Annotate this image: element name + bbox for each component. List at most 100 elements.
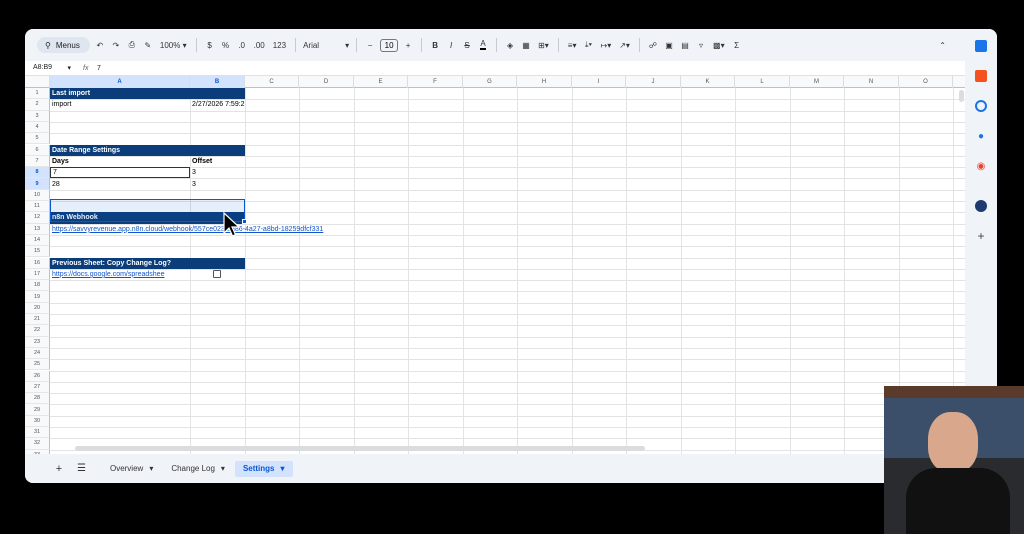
comment-icon[interactable]: ▣ xyxy=(663,37,675,53)
column-header-g[interactable]: G xyxy=(463,76,517,88)
link-icon[interactable]: ☍ xyxy=(647,37,659,53)
borders-icon[interactable]: ▦ xyxy=(520,37,532,53)
italic-button[interactable]: I xyxy=(445,37,457,53)
select-all-corner[interactable] xyxy=(25,76,50,88)
tab-settings[interactable]: Settings ▾ xyxy=(234,460,293,477)
column-header-d[interactable]: D xyxy=(299,76,354,88)
row-header-19[interactable]: 19 xyxy=(25,291,50,303)
font-size-increase-icon[interactable]: + xyxy=(402,37,414,53)
row-header-23[interactable]: 23 xyxy=(25,336,50,348)
text-rotation-icon[interactable]: ↗▾ xyxy=(617,37,632,53)
cell-b8[interactable]: 3 xyxy=(190,167,245,178)
row-header-12[interactable]: 12 xyxy=(25,212,50,224)
column-header-m[interactable]: M xyxy=(790,76,844,88)
row-header-22[interactable]: 22 xyxy=(25,325,50,337)
currency-button[interactable]: $ xyxy=(204,37,216,53)
font-size-decrease-icon[interactable]: − xyxy=(364,37,376,53)
row-header-2[interactable]: 2 xyxy=(25,99,50,111)
column-header-k[interactable]: K xyxy=(681,76,735,88)
tab-change-log[interactable]: Change Log ▾ xyxy=(163,461,233,477)
horizontal-align-icon[interactable]: ≡▾ xyxy=(566,37,579,53)
percent-button[interactable]: % xyxy=(220,37,232,53)
row-header-29[interactable]: 29 xyxy=(25,404,50,416)
row-header-18[interactable]: 18 xyxy=(25,280,50,292)
row-header-1[interactable]: 1 xyxy=(25,88,50,100)
cell-b2[interactable]: 2/27/2026 7:59:2 xyxy=(190,99,245,110)
text-color-button[interactable]: A xyxy=(477,37,489,53)
print-icon[interactable]: ⎙ xyxy=(126,37,138,53)
row-header-32[interactable]: 32 xyxy=(25,438,50,450)
add-sheet-icon[interactable]: + xyxy=(53,461,65,477)
number-format-button[interactable]: 123 xyxy=(271,37,288,53)
row-header-15[interactable]: 15 xyxy=(25,246,50,258)
increase-decimal-button[interactable]: .00 xyxy=(252,37,267,53)
calendar-icon[interactable] xyxy=(975,40,987,52)
row-header-21[interactable]: 21 xyxy=(25,314,50,326)
row-header-4[interactable]: 4 xyxy=(25,121,50,134)
copy-change-log-checkbox[interactable] xyxy=(213,270,221,279)
zoom-select[interactable]: 100% ▾ xyxy=(158,37,189,53)
column-header-j[interactable]: J xyxy=(626,76,681,88)
bold-button[interactable]: B xyxy=(429,37,441,53)
column-header-i[interactable]: I xyxy=(572,76,626,88)
cell-a17[interactable]: https://docs.google.com/spreadshee xyxy=(50,269,190,280)
cell-a16[interactable]: Previous Sheet: Copy Change Log? xyxy=(50,257,245,269)
add-addon-icon[interactable]: + xyxy=(975,229,987,243)
cell-a7[interactable]: Days xyxy=(50,156,190,167)
row-header-28[interactable]: 28 xyxy=(25,393,50,405)
vertical-align-icon[interactable]: ⤓▾ xyxy=(582,37,594,53)
vertical-scrollbar[interactable] xyxy=(959,90,964,102)
row-header-3[interactable]: 3 xyxy=(25,110,50,122)
row-header-5[interactable]: 5 xyxy=(25,133,50,145)
row-header-26[interactable]: 26 xyxy=(25,370,50,382)
column-header-b[interactable]: B xyxy=(190,76,245,88)
paint-format-icon[interactable]: ✎ xyxy=(142,37,154,53)
row-header-13[interactable]: 13 xyxy=(25,223,50,235)
name-box[interactable]: A8:B9 ▾ xyxy=(25,64,77,72)
row-header-10[interactable]: 10 xyxy=(25,189,50,201)
formula-input[interactable]: 7 xyxy=(97,65,101,72)
column-header-f[interactable]: F xyxy=(408,76,463,88)
cell-a2[interactable]: import xyxy=(50,99,190,110)
cell-a13[interactable]: https://savvyrevenue.app.n8n.cloud/webho… xyxy=(50,224,360,235)
cell-a1[interactable]: Last import xyxy=(50,88,245,100)
row-header-9[interactable]: 9 xyxy=(25,178,50,190)
cell-a9[interactable]: 28 xyxy=(50,178,190,189)
row-header-27[interactable]: 27 xyxy=(25,381,50,394)
row-header-14[interactable]: 14 xyxy=(25,234,50,247)
merge-cells-icon[interactable]: ⊞▾ xyxy=(536,37,551,53)
fill-color-icon[interactable]: ◈ xyxy=(504,37,516,53)
column-header-e[interactable]: E xyxy=(354,76,408,88)
row-header-8[interactable]: 8 xyxy=(25,167,50,179)
undo-icon[interactable]: ↶ xyxy=(94,37,106,53)
row-header-7[interactable]: 7 xyxy=(25,155,50,168)
chart-icon[interactable]: ▤ xyxy=(679,37,691,53)
tasks-icon[interactable] xyxy=(975,100,987,112)
collapse-toolbar-icon[interactable]: ⌃ xyxy=(937,37,949,53)
decrease-decimal-button[interactable]: .0 xyxy=(236,37,248,53)
selection-range[interactable] xyxy=(50,199,245,222)
fill-handle[interactable] xyxy=(242,219,247,224)
search-menus[interactable]: ⚲ Menus xyxy=(37,37,90,53)
strikethrough-button[interactable]: S xyxy=(461,37,473,53)
row-header-31[interactable]: 31 xyxy=(25,427,50,439)
row-header-6[interactable]: 6 xyxy=(25,144,50,156)
row-header-17[interactable]: 17 xyxy=(25,268,50,281)
cell-a8[interactable]: 7 xyxy=(50,167,190,179)
column-header-o[interactable]: O xyxy=(899,76,953,88)
row-header-25[interactable]: 25 xyxy=(25,359,50,371)
column-header-p[interactable]: P xyxy=(953,76,965,88)
column-header-h[interactable]: H xyxy=(517,76,572,88)
functions-button[interactable]: Σ xyxy=(731,37,743,53)
row-header-16[interactable]: 16 xyxy=(25,257,50,269)
contacts-icon[interactable]: ● xyxy=(975,130,987,142)
row-header-20[interactable]: 20 xyxy=(25,302,50,314)
cell-a6[interactable]: Date Range Settings xyxy=(50,144,245,156)
extension-icon[interactable] xyxy=(975,200,987,212)
redo-icon[interactable]: ↷ xyxy=(110,37,122,53)
column-header-l[interactable]: L xyxy=(735,76,790,88)
keep-icon[interactable] xyxy=(975,70,987,82)
row-header-11[interactable]: 11 xyxy=(25,201,50,213)
maps-icon[interactable]: ◉ xyxy=(975,160,987,172)
all-sheets-icon[interactable]: ☰ xyxy=(75,461,88,477)
